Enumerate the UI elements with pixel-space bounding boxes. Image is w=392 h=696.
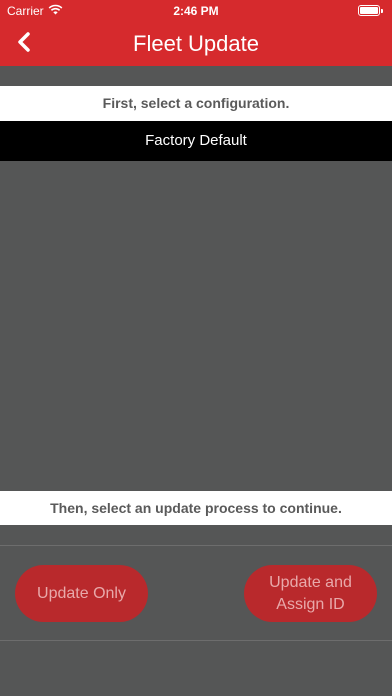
divider xyxy=(0,640,392,641)
battery-icon xyxy=(358,5,383,16)
config-prompt: First, select a configuration. xyxy=(0,86,392,121)
status-bar: Carrier 2:46 PM xyxy=(0,0,392,22)
config-item-factory-default[interactable]: Factory Default xyxy=(0,121,392,161)
navigation-bar: Fleet Update xyxy=(0,22,392,66)
status-time: 2:46 PM xyxy=(173,4,219,18)
page-title: Fleet Update xyxy=(133,31,259,56)
update-only-button[interactable]: Update Only xyxy=(15,565,148,622)
update-and-assign-id-button[interactable]: Update and Assign ID xyxy=(244,565,377,622)
divider xyxy=(0,545,392,546)
process-prompt: Then, select an update process to contin… xyxy=(0,491,392,525)
